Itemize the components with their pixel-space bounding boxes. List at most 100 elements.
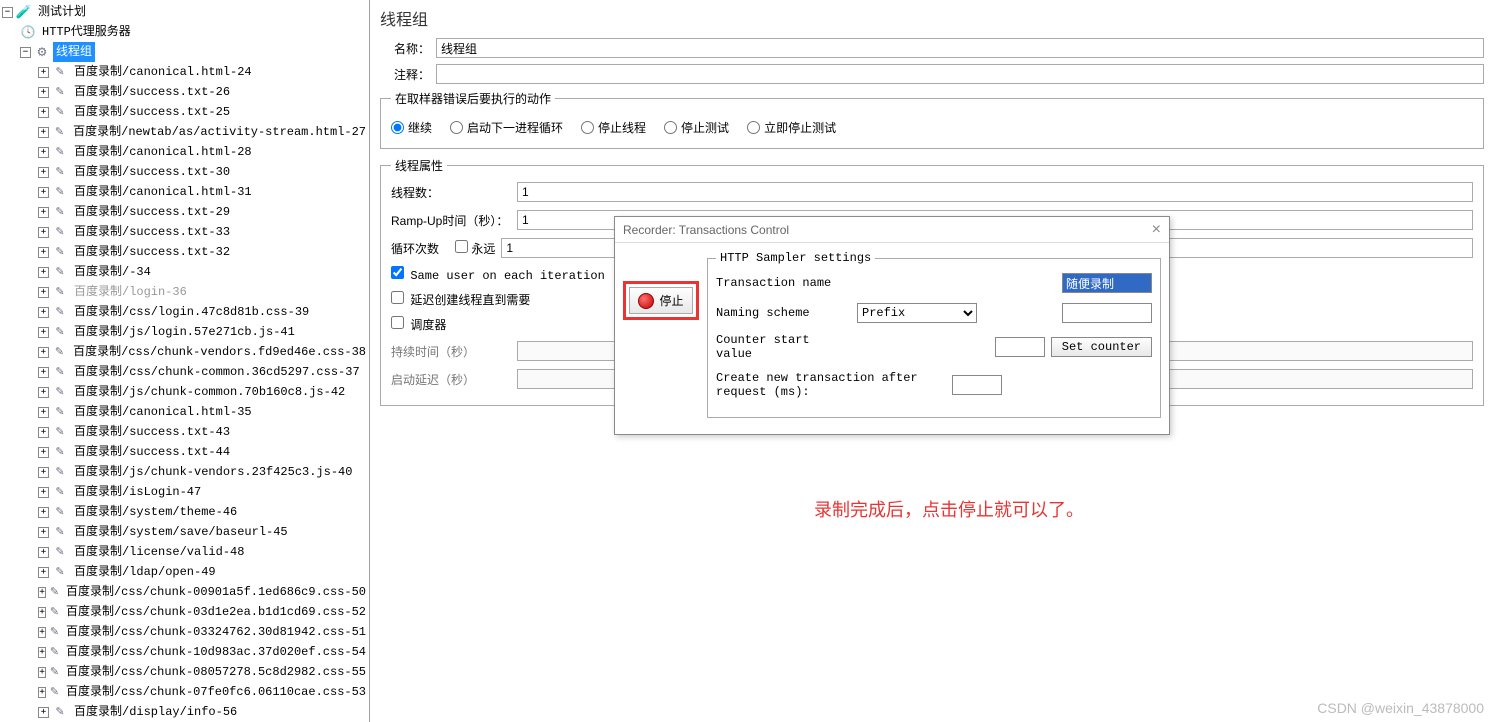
comment-input[interactable] bbox=[436, 64, 1484, 84]
error-radio-input[interactable] bbox=[391, 121, 404, 134]
naming-scheme-input[interactable] bbox=[1062, 303, 1152, 323]
delay-thread-checkbox[interactable] bbox=[391, 291, 404, 304]
error-radio-4[interactable]: 立即停止测试 bbox=[747, 119, 836, 136]
error-radio-3[interactable]: 停止测试 bbox=[664, 119, 729, 136]
tree-item[interactable]: +✎百度录制/canonical.html-28 bbox=[2, 142, 369, 162]
tree-item[interactable]: +✎百度录制/css/chunk-07fe0fc6.06110cae.css-5… bbox=[2, 682, 369, 702]
tree-item[interactable]: +✎百度录制/js/login.57e271cb.js-41 bbox=[2, 322, 369, 342]
expand-icon[interactable]: + bbox=[38, 707, 49, 718]
collapse-icon[interactable]: − bbox=[20, 47, 31, 58]
error-radio-0[interactable]: 继续 bbox=[391, 119, 432, 136]
tree-item[interactable]: +✎百度录制/system/save/baseurl-45 bbox=[2, 522, 369, 542]
expand-icon[interactable]: + bbox=[38, 207, 49, 218]
tree-item[interactable]: +✎百度录制/success.txt-29 bbox=[2, 202, 369, 222]
expand-icon[interactable]: + bbox=[38, 527, 49, 538]
tree-item[interactable]: +✎百度录制/-34 bbox=[2, 262, 369, 282]
expand-icon[interactable]: + bbox=[38, 247, 49, 258]
expand-icon[interactable]: + bbox=[38, 647, 46, 658]
expand-icon[interactable]: + bbox=[38, 607, 46, 618]
tree-item[interactable]: +✎百度录制/isLogin-47 bbox=[2, 482, 369, 502]
delay-thread-checkbox-wrap[interactable]: 延迟创建线程直到需要 bbox=[391, 291, 530, 308]
tree-item[interactable]: +✎百度录制/success.txt-43 bbox=[2, 422, 369, 442]
error-radio-input[interactable] bbox=[581, 121, 594, 134]
name-input[interactable] bbox=[436, 38, 1484, 58]
expand-icon[interactable]: + bbox=[38, 667, 46, 678]
expand-icon[interactable]: + bbox=[38, 67, 49, 78]
tree-item[interactable]: +✎百度录制/css/chunk-00901a5f.1ed686c9.css-5… bbox=[2, 582, 369, 602]
error-radio-input[interactable] bbox=[450, 121, 463, 134]
tree-item[interactable]: +✎百度录制/success.txt-26 bbox=[2, 82, 369, 102]
create-new-input[interactable] bbox=[952, 375, 1002, 395]
expand-icon[interactable]: + bbox=[38, 187, 49, 198]
tree-http-proxy[interactable]: 🕓 HTTP代理服务器 bbox=[2, 22, 369, 42]
tree-panel[interactable]: − 🧪 测试计划 🕓 HTTP代理服务器 − ⚙ 线程组 +✎百度录制/cano… bbox=[0, 0, 370, 722]
scheduler-checkbox[interactable] bbox=[391, 316, 404, 329]
expand-icon[interactable]: + bbox=[38, 287, 49, 298]
expand-icon[interactable]: + bbox=[38, 347, 49, 358]
expand-icon[interactable]: + bbox=[38, 107, 49, 118]
tree-item[interactable]: +✎百度录制/success.txt-32 bbox=[2, 242, 369, 262]
set-counter-button[interactable]: Set counter bbox=[1051, 337, 1152, 357]
forever-checkbox-wrap[interactable]: 永远 bbox=[455, 240, 495, 257]
tree-item[interactable]: +✎百度录制/ldap/open-49 bbox=[2, 562, 369, 582]
tree-item[interactable]: +✎百度录制/css/chunk-vendors.fd9ed46e.css-38 bbox=[2, 342, 369, 362]
tree-root-testplan[interactable]: − 🧪 测试计划 bbox=[2, 2, 369, 22]
expand-icon[interactable]: + bbox=[38, 447, 49, 458]
expand-icon[interactable]: + bbox=[38, 427, 49, 438]
tree-item[interactable]: +✎百度录制/css/chunk-08057278.5c8d2982.css-5… bbox=[2, 662, 369, 682]
expand-icon[interactable]: + bbox=[38, 687, 46, 698]
expand-icon[interactable]: + bbox=[38, 87, 49, 98]
expand-icon[interactable]: + bbox=[38, 567, 49, 578]
error-radio-1[interactable]: 启动下一进程循环 bbox=[450, 119, 563, 136]
expand-icon[interactable]: + bbox=[38, 387, 49, 398]
tree-item[interactable]: +✎百度录制/success.txt-44 bbox=[2, 442, 369, 462]
tree-item[interactable]: +✎百度录制/license/valid-48 bbox=[2, 542, 369, 562]
tree-item[interactable]: +✎百度录制/success.txt-33 bbox=[2, 222, 369, 242]
tree-item[interactable]: +✎百度录制/css/chunk-03d1e2ea.b1d1cd69.css-5… bbox=[2, 602, 369, 622]
tree-item[interactable]: +✎百度录制/canonical.html-35 bbox=[2, 402, 369, 422]
expand-icon[interactable]: + bbox=[38, 407, 49, 418]
forever-checkbox[interactable] bbox=[455, 240, 468, 253]
expand-icon[interactable]: + bbox=[38, 487, 49, 498]
tree-item[interactable]: +✎百度录制/newtab/as/activity-stream.html-27 bbox=[2, 122, 369, 142]
error-radio-input[interactable] bbox=[664, 121, 677, 134]
tree-item[interactable]: +✎百度录制/success.txt-30 bbox=[2, 162, 369, 182]
same-user-checkbox-wrap[interactable]: Same user on each iteration bbox=[391, 266, 605, 283]
tree-thread-group[interactable]: − ⚙ 线程组 bbox=[2, 42, 369, 62]
tree-item[interactable]: +✎百度录制/css/chunk-10d983ac.37d020ef.css-5… bbox=[2, 642, 369, 662]
expand-icon[interactable]: + bbox=[38, 467, 49, 478]
expand-icon[interactable]: + bbox=[38, 267, 49, 278]
expand-icon[interactable]: + bbox=[38, 127, 49, 138]
tree-item[interactable]: +✎百度录制/canonical.html-31 bbox=[2, 182, 369, 202]
tree-item[interactable]: +✎百度录制/success.txt-25 bbox=[2, 102, 369, 122]
close-icon[interactable]: × bbox=[1152, 221, 1161, 239]
expand-icon[interactable]: + bbox=[38, 627, 46, 638]
tree-item[interactable]: +✎百度录制/css/chunk-03324762.30d81942.css-5… bbox=[2, 622, 369, 642]
scheduler-checkbox-wrap[interactable]: 调度器 bbox=[391, 316, 446, 333]
tree-item[interactable]: +✎百度录制/js/chunk-vendors.23f425c3.js-40 bbox=[2, 462, 369, 482]
expand-icon[interactable]: + bbox=[38, 227, 49, 238]
collapse-icon[interactable]: − bbox=[2, 7, 13, 18]
tree-item[interactable]: +✎百度录制/display/info-56 bbox=[2, 702, 369, 722]
threads-input[interactable] bbox=[517, 182, 1473, 202]
transaction-name-input[interactable] bbox=[1062, 273, 1152, 293]
counter-start-input[interactable] bbox=[995, 337, 1045, 357]
tree-item[interactable]: +✎百度录制/css/login.47c8d81b.css-39 bbox=[2, 302, 369, 322]
naming-scheme-select[interactable]: Prefix bbox=[857, 303, 977, 323]
expand-icon[interactable]: + bbox=[38, 367, 49, 378]
expand-icon[interactable]: + bbox=[38, 307, 49, 318]
error-radio-2[interactable]: 停止线程 bbox=[581, 119, 646, 136]
expand-icon[interactable]: + bbox=[38, 147, 49, 158]
tree-item[interactable]: +✎百度录制/login-36 bbox=[2, 282, 369, 302]
expand-icon[interactable]: + bbox=[38, 327, 49, 338]
same-user-checkbox[interactable] bbox=[391, 266, 404, 279]
tree-item[interactable]: +✎百度录制/canonical.html-24 bbox=[2, 62, 369, 82]
tree-item[interactable]: +✎百度录制/css/chunk-common.36cd5297.css-37 bbox=[2, 362, 369, 382]
expand-icon[interactable]: + bbox=[38, 587, 46, 598]
stop-button[interactable]: 停止 bbox=[629, 287, 692, 314]
error-radio-input[interactable] bbox=[747, 121, 760, 134]
expand-icon[interactable]: + bbox=[38, 507, 49, 518]
expand-icon[interactable]: + bbox=[38, 167, 49, 178]
tree-item[interactable]: +✎百度录制/system/theme-46 bbox=[2, 502, 369, 522]
dialog-titlebar[interactable]: Recorder: Transactions Control × bbox=[615, 217, 1169, 243]
